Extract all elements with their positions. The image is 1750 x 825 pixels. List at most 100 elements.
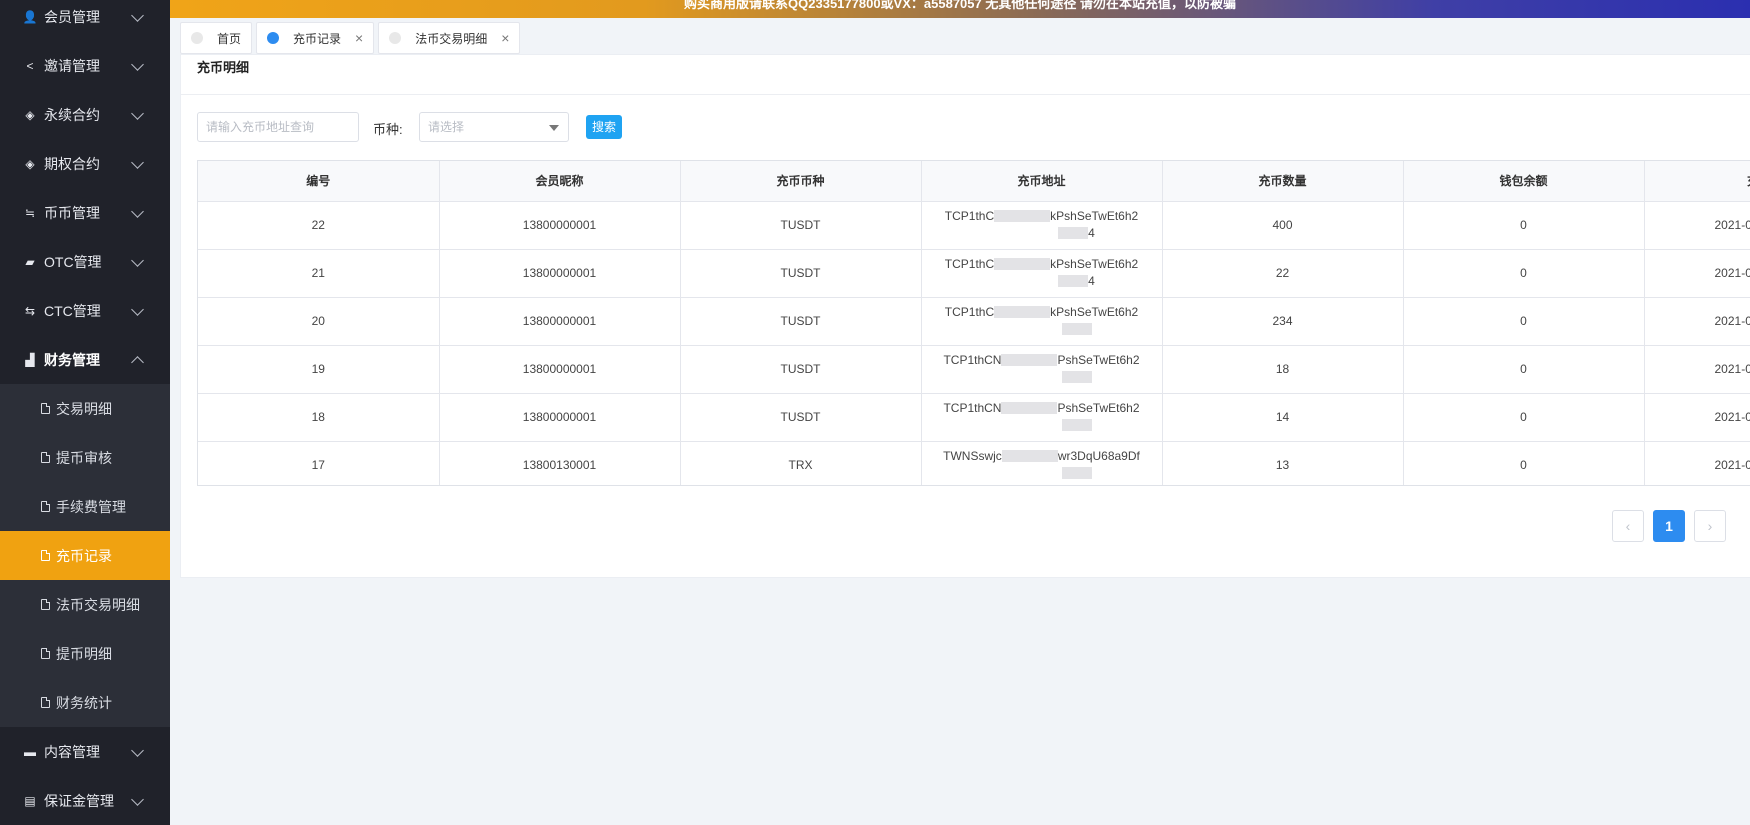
sidebar-item-label: 邀请管理 xyxy=(44,57,100,74)
sidebar-subitem[interactable]: 交易明细 xyxy=(0,384,170,433)
nickname-text: 13800000001 xyxy=(522,218,597,232)
cell-id: 18 xyxy=(198,393,440,442)
cell-id: 20 xyxy=(198,297,440,346)
sidebar-item-label: OTC管理 xyxy=(44,253,102,270)
sidebar-item-label: 财务管理 xyxy=(44,351,100,368)
sidebar-item-label: 会员管理 xyxy=(44,8,100,25)
redacted-block xyxy=(994,306,1051,319)
sidebar-item[interactable]: ◈ 期权合约 xyxy=(0,139,170,188)
sidebar-item[interactable]: ◈ 永续合约 xyxy=(0,90,170,139)
redacted-block xyxy=(1001,450,1058,463)
tab-dot-icon xyxy=(389,32,402,44)
sidebar-subitem[interactable]: 法币交易明细 xyxy=(0,580,170,629)
sidebar-item[interactable]: ▰ OTC管理 xyxy=(0,237,170,286)
coin-select[interactable]: 请选择 xyxy=(419,112,569,142)
col-header-address[interactable]: 充币地址 xyxy=(921,161,1163,202)
bar-chart-icon: ▟ xyxy=(25,352,35,367)
table-row[interactable]: 22 13800000001 TUSDT TCP1thC kPshSeTwEt6h2 4 4… xyxy=(198,201,1750,250)
cell-balance: 0 xyxy=(1403,393,1645,442)
address-suffix: PshSeTwEt6h2 xyxy=(1057,352,1140,367)
chevron-down-icon xyxy=(131,106,144,120)
address-suffix: kPshSeTwEt6h2 xyxy=(1050,208,1139,223)
caret-down-icon xyxy=(549,125,559,131)
tab-dot-icon xyxy=(267,32,280,44)
sidebar-item-label: 币币管理 xyxy=(44,204,100,221)
sidebar-subitem-label: 充币记录 xyxy=(56,547,112,564)
tab-deposit-records[interactable]: 充币记录 × xyxy=(256,22,375,54)
col-header-nickname[interactable]: 会员昵称 xyxy=(439,161,681,202)
document-icon xyxy=(41,599,50,610)
next-page-button[interactable]: › xyxy=(1694,510,1726,542)
sidebar-item-label: 保证金管理 xyxy=(44,792,114,809)
cell-nickname: 13800000001 xyxy=(439,297,681,346)
sidebar-item-label: 内容管理 xyxy=(44,743,100,760)
cell-address: TCP1thCN PshSeTwEt6h2 xyxy=(921,393,1163,442)
cell-coin: TRX xyxy=(680,441,922,485)
tab-fiat-trade-details[interactable]: 法币交易明细 × xyxy=(378,22,521,54)
sidebar-item[interactable]: ▟ 财务管理 xyxy=(0,335,170,384)
sidebar-item[interactable]: 👤 会员管理 xyxy=(0,0,170,41)
sidebar-subitem[interactable]: 提币明细 xyxy=(0,629,170,678)
close-icon[interactable]: × xyxy=(355,30,363,46)
sidebar-subitem[interactable]: 提币审核 xyxy=(0,433,170,482)
cell-balance: 0 xyxy=(1403,345,1645,394)
coin-select-placeholder: 请选择 xyxy=(428,120,465,134)
cell-time: 2021-0 xyxy=(1644,441,1750,485)
col-header-time[interactable]: 充币时间 xyxy=(1644,161,1750,202)
sidebar-subitem-label: 财务统计 xyxy=(56,694,112,711)
sidebar-item[interactable]: ▬ 内容管理 xyxy=(0,727,170,776)
table-header-row: 编号 会员昵称 充币币种 充币地址 充币数量 钱包余额 充币时间 xyxy=(198,161,1750,202)
redacted-block xyxy=(1061,419,1092,432)
prev-page-button[interactable]: ‹ xyxy=(1612,510,1644,542)
chevron-down-icon xyxy=(131,204,144,218)
table-row[interactable]: 18 13800000001 TUSDT TCP1thCN PshSeTwEt6h2 14… xyxy=(198,393,1750,442)
sidebar-item[interactable]: < 邀请管理 xyxy=(0,41,170,90)
sidebar-item[interactable]: ⇆ CTC管理 xyxy=(0,286,170,335)
cell-coin: TUSDT xyxy=(680,393,922,442)
redacted-block xyxy=(1061,467,1092,480)
cell-time: 2021-0 xyxy=(1644,345,1750,394)
table-row[interactable]: 20 13800000001 TUSDT TCP1thC kPshSeTwEt6h2 23… xyxy=(198,297,1750,346)
cell-amount: 400 xyxy=(1162,201,1404,250)
address-prefix: TCP1thCN xyxy=(943,400,1002,415)
table-row[interactable]: 19 13800000001 TUSDT TCP1thCN PshSeTwEt6h2 18… xyxy=(198,345,1750,394)
sidebar-item[interactable]: ≒ 币币管理 xyxy=(0,188,170,237)
sidebar-subitem[interactable]: 手续费管理 xyxy=(0,482,170,531)
col-header-id[interactable]: 编号 xyxy=(198,161,440,202)
cell-nickname: 13800130001 xyxy=(439,441,681,485)
address-search-input[interactable] xyxy=(197,112,359,142)
col-header-balance[interactable]: 钱包余额 xyxy=(1403,161,1645,202)
banner-text: 购买商用版请联系QQ2335177800或VX：a5587057 无其他任何途径… xyxy=(684,0,1236,11)
sidebar-subitem[interactable]: 充币记录 xyxy=(0,531,170,580)
sidebar-item-label: CTC管理 xyxy=(44,302,101,319)
tab-label: 法币交易明细 xyxy=(415,31,488,46)
col-header-coin[interactable]: 充币币种 xyxy=(680,161,922,202)
document-icon xyxy=(41,648,50,659)
chevron-down-icon xyxy=(131,253,144,267)
table-row[interactable]: 21 13800000001 TUSDT TCP1thC kPshSeTwEt6h2 4 2… xyxy=(198,249,1750,298)
document-icon xyxy=(41,403,50,414)
cell-amount: 234 xyxy=(1162,297,1404,346)
divider xyxy=(181,94,1750,95)
table-row[interactable]: 17 13800130001 TRX TWNSswjc wr3DqU68a9Df 13 0 2… xyxy=(198,441,1750,485)
close-icon[interactable]: × xyxy=(501,30,509,46)
page-tabs: 首页 充币记录 × 法币交易明细 × xyxy=(180,22,524,54)
page-1-button[interactable]: 1 xyxy=(1653,510,1685,542)
address-tail: 4 xyxy=(1088,225,1095,240)
cell-balance: 0 xyxy=(1403,249,1645,298)
search-button[interactable]: 搜索 xyxy=(586,115,622,139)
tab-home[interactable]: 首页 xyxy=(180,22,253,54)
cube-icon: ◈ xyxy=(25,156,35,171)
sidebar-item[interactable]: ▤ 保证金管理 xyxy=(0,776,170,825)
cell-amount: 13 xyxy=(1162,441,1404,485)
sliders-icon: ≒ xyxy=(24,205,36,220)
redacted-block xyxy=(1061,323,1092,336)
address-prefix: TWNSswjc xyxy=(943,448,1002,463)
sidebar-item-label: 永续合约 xyxy=(44,106,100,123)
address-prefix: TCP1thCN xyxy=(943,352,1002,367)
col-header-amount[interactable]: 充币数量 xyxy=(1162,161,1404,202)
card-title: 充币明细 xyxy=(197,60,250,75)
cell-address: TCP1thC kPshSeTwEt6h2 4 xyxy=(921,249,1163,298)
nickname-text: 13800000001 xyxy=(522,362,597,376)
sidebar-subitem[interactable]: 财务统计 xyxy=(0,678,170,727)
